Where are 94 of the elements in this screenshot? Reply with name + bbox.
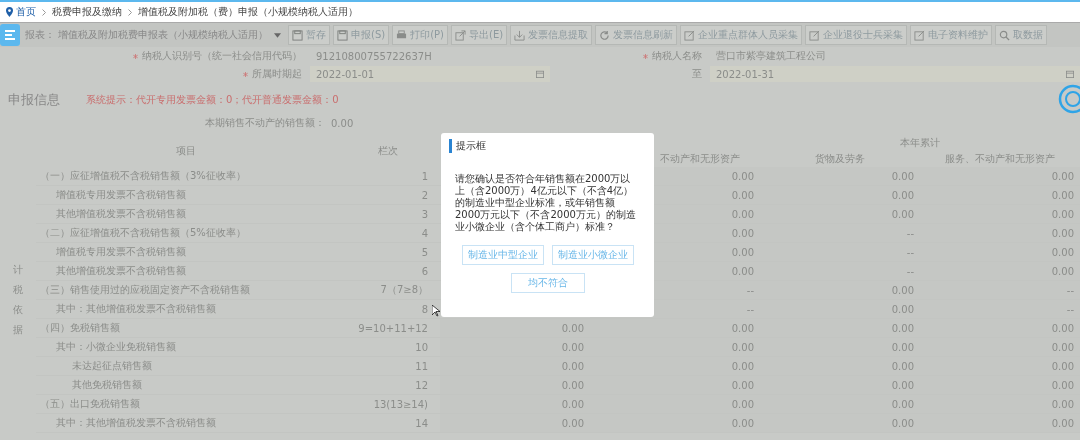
table-cell: 0.00 [731,227,754,239]
table-cell: 0.00 [561,379,584,391]
table-cell: 0.00 [891,303,914,315]
table-cell: 1 [421,170,428,182]
table-cell: 5 [421,246,428,258]
table-cell: 0.00 [731,170,754,182]
table-cell: 0.00 [891,322,914,334]
section-title: 申报信息 [8,91,60,109]
edit-icon [684,29,696,41]
calendar-icon [536,70,544,78]
table-cell: 0.00 [1051,227,1074,239]
table-cell: 0.00 [561,341,584,353]
table-cell: 7（7≥8） [380,283,428,297]
table-cell: -- [906,227,914,239]
input-field[interactable]: 91210800755722637H [310,48,550,64]
table-cell: 2 [421,189,428,201]
table-cell: 0.00 [731,208,754,220]
caret-icon [274,32,281,38]
export-icon [455,29,466,41]
table-cell: 8 [421,303,428,315]
chevron-icon [128,8,132,16]
table-cell: 0.00 [731,246,754,258]
table-cell: 0.00 [731,322,754,334]
table-cell: 0.00 [891,284,914,296]
table-cell: 0.00 [1051,208,1074,220]
table-cell: -- [906,246,914,258]
table-cell: 13(13≥14) [373,398,428,410]
table-cell: 0.00 [891,341,914,353]
menu-icon[interactable] [0,24,20,46]
refresh-icon [599,29,611,41]
sales-value: 0.00 [330,117,355,129]
table-cell: 0.00 [891,170,914,182]
table-cell: -- [1066,303,1074,315]
table-cell: -- [746,303,754,315]
table-cell: 0.00 [891,360,914,372]
breadcrumb-link[interactable]: 税费申报及缴纳 [52,5,122,19]
input-field[interactable]: 2022-01-01 [310,66,550,82]
table-cell: 0.00 [731,398,754,410]
table-cell: 0.00 [731,360,754,372]
breadcrumb-link[interactable]: 首页 [16,5,36,19]
chevron-icon [42,8,46,16]
table-cell: 3 [421,208,428,220]
table-cell: 11 [415,360,428,372]
table-cell: 0.00 [891,398,914,410]
table-cell: -- [746,284,754,296]
table-cell: 0.00 [561,417,584,429]
table-cell: 9=10+11+12 [358,322,428,334]
dialog-button[interactable]: 制造业小微企业 [551,245,634,265]
table-cell: 0.00 [1051,398,1074,410]
table-cell: 0.00 [1051,379,1074,391]
table-cell: 0.00 [561,322,584,334]
column-header: 栏次 [377,144,399,158]
table-cell: 0.00 [561,398,584,410]
table-cell: -- [906,265,914,277]
table-cell: 0.00 [1051,322,1074,334]
dialog-button[interactable]: 制造业中型企业 [461,245,544,265]
table-cell: 0.00 [731,379,754,391]
download-icon [514,29,526,41]
table-cell: 0.00 [891,208,914,220]
table-cell: 10 [415,341,428,353]
table-cell: 0.00 [891,417,914,429]
edit-icon [914,29,926,41]
table-cell: 0.00 [1051,341,1074,353]
table-cell: 0.00 [561,360,584,372]
table-cell: 12 [415,379,428,391]
save-icon [337,29,348,41]
table-cell: 0.00 [1051,170,1074,182]
table-cell: 0.00 [731,265,754,277]
table-cell: -- [1066,284,1074,296]
location-pin-icon [6,7,13,17]
calendar-icon [1066,70,1074,78]
dialog-title: 提示框 [449,139,646,153]
breadcrumb-link[interactable]: 增值税及附加税（费）申报（小规模纳税人适用） [138,5,358,19]
table-cell: 4 [421,227,428,239]
dialog-button[interactable]: 均不符合 [510,273,585,293]
table-cell: 0.00 [1051,189,1074,201]
table-cell: 0.00 [891,379,914,391]
system-notice: 系统提示：代开专用发票金额：0；代开普通发票金额：0 [86,93,339,107]
table-cell: 0.00 [1051,417,1074,429]
edit-icon [809,29,821,41]
table-cell: 14 [415,417,428,429]
table-cell: 0.00 [731,341,754,353]
input-field[interactable]: 2022-01-31 [710,66,1080,82]
table-cell: 0.00 [1051,246,1074,258]
table-cell: 0.00 [731,417,754,429]
table-cell: 6 [421,265,428,277]
table-cell: 0.00 [891,189,914,201]
dialog-message: 请您确认是否符合年销售额在2000万以上（含2000万）4亿元以下（不含4亿）的制造业中型企业标准，或年销售额2000万元以下（不含2000万元）的制造业小微企业（含个体工商户）标准？ [454,173,637,233]
search-icon [999,29,1011,41]
table-cell: 0.00 [1051,360,1074,372]
table-cell: 0.00 [1051,265,1074,277]
table-cell: 0.00 [731,189,754,201]
print-icon [396,29,408,41]
save-icon [292,29,303,41]
